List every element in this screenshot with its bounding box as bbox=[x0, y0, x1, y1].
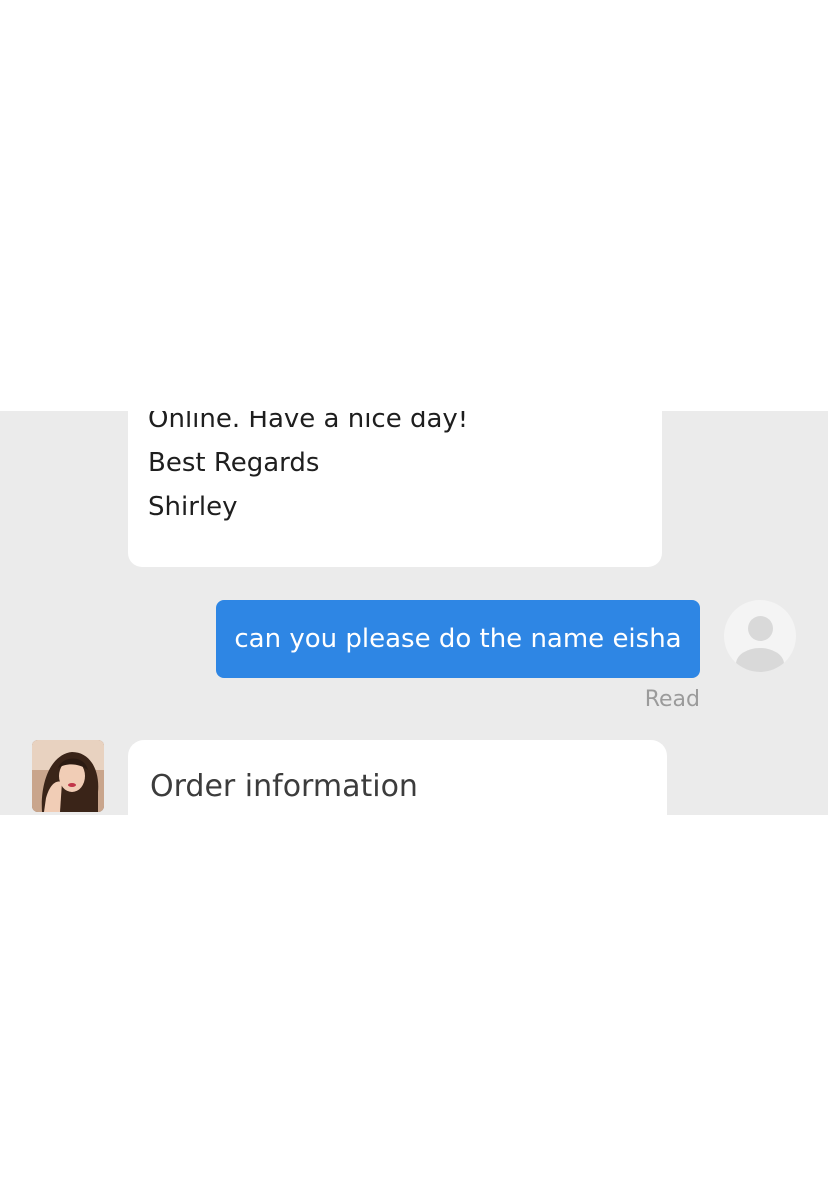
message-line: Online. Have a nice day! bbox=[148, 411, 469, 434]
incoming-message-bubble: Online. Have a nice day! Best Regards Sh… bbox=[128, 411, 662, 567]
user-avatar-icon[interactable] bbox=[724, 600, 796, 672]
avatar-shoulders bbox=[736, 648, 784, 672]
order-information-card[interactable]: Order information bbox=[128, 740, 667, 815]
agent-photo-icon bbox=[32, 740, 104, 812]
avatar-head bbox=[748, 616, 773, 641]
outgoing-message-bubble[interactable]: can you please do the name eisha bbox=[216, 600, 700, 678]
agent-avatar[interactable] bbox=[32, 740, 104, 812]
message-line: Shirley bbox=[148, 492, 238, 522]
outgoing-message-text: can you please do the name eisha bbox=[234, 624, 682, 654]
read-status-label: Read bbox=[644, 687, 700, 712]
message-line: Best Regards bbox=[148, 448, 320, 478]
order-card-title: Order information bbox=[150, 769, 418, 804]
chat-conversation: Online. Have a nice day! Best Regards Sh… bbox=[0, 411, 828, 815]
